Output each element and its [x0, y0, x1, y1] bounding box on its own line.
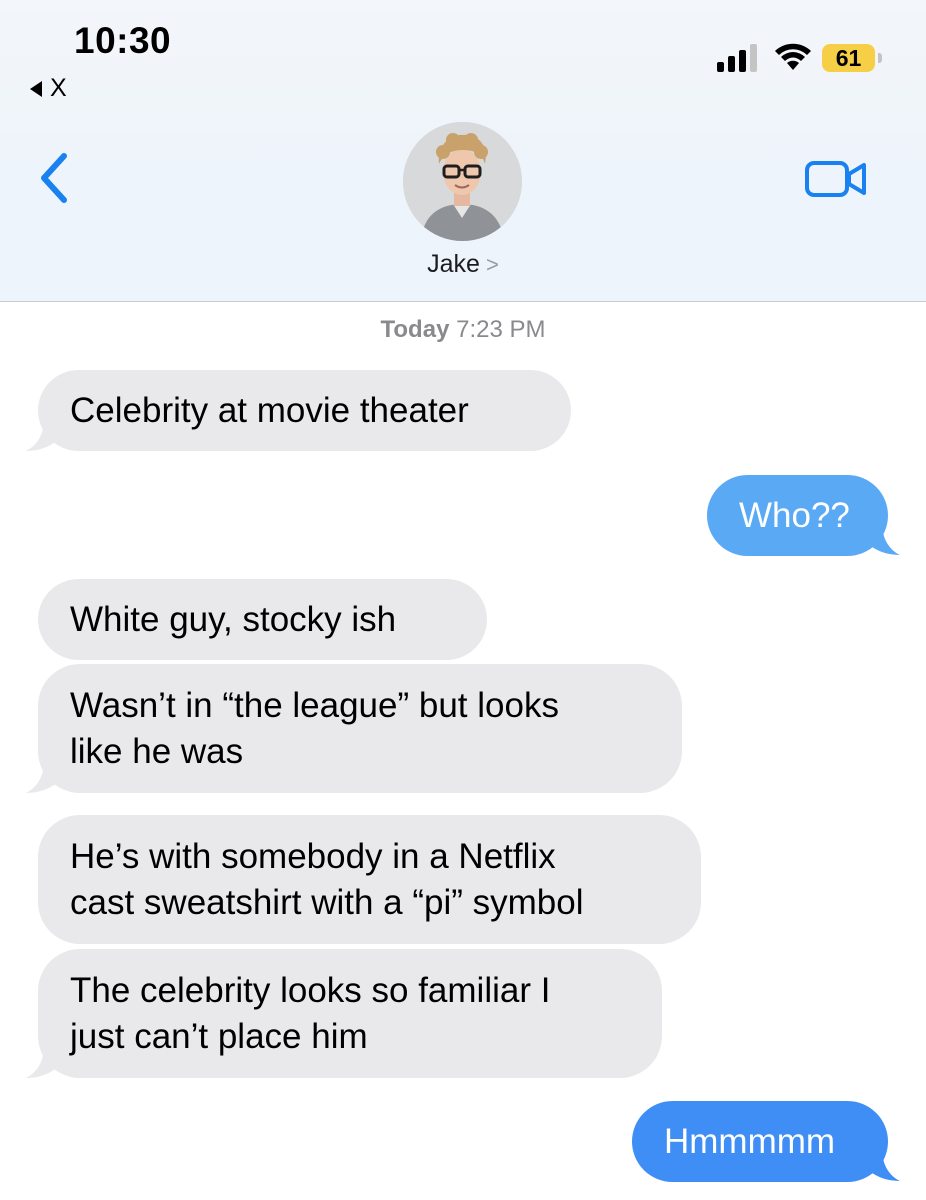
timestamp-time: 7:23 PM: [456, 316, 546, 343]
conversation-header: 10:30 X 61 Jake >: [0, 0, 926, 302]
incoming-bubble-tail: [26, 418, 60, 451]
message-text: White guy, stocky ish: [70, 599, 397, 639]
message-text: Celebrity at movie theater: [70, 390, 469, 430]
back-triangle-icon: [30, 80, 42, 97]
outgoing-message-bubble[interactable]: Who??: [707, 475, 888, 556]
incoming-message-bubble[interactable]: Wasn’t in “the league” but looks like he…: [38, 664, 682, 793]
contact-name: Jake: [427, 250, 480, 278]
incoming-bubble-tail: [26, 1045, 60, 1078]
message-timestamp: Today 7:23 PM: [0, 316, 926, 344]
timestamp-day: Today: [380, 316, 450, 343]
incoming-bubble-tail: [26, 760, 60, 793]
message-text-line: cast sweatshirt with a “pi” symbol: [70, 882, 584, 922]
message-text: Hmmmmm: [664, 1121, 836, 1161]
message-text: Who??: [739, 495, 850, 535]
back-to-app-button[interactable]: X: [30, 74, 67, 103]
battery-icon: 61: [822, 44, 875, 72]
contact-name-button[interactable]: Jake >: [0, 250, 926, 279]
chevron-right-icon: >: [485, 252, 499, 277]
chevron-left-icon[interactable]: [36, 152, 72, 204]
outgoing-message-bubble[interactable]: Hmmmmm: [632, 1101, 888, 1182]
status-time: 10:30: [74, 20, 172, 61]
back-to-app-label: X: [50, 74, 67, 102]
wifi-icon: [775, 43, 811, 70]
battery-cap: [878, 53, 882, 63]
incoming-message-bubble[interactable]: Celebrity at movie theater: [38, 370, 571, 451]
contact-photo: [403, 122, 522, 241]
incoming-message-bubble[interactable]: The celebrity looks so familiar I just c…: [38, 949, 662, 1078]
message-text-line: The celebrity looks so familiar I: [70, 970, 551, 1010]
video-camera-icon[interactable]: [804, 160, 868, 198]
incoming-message-bubble[interactable]: He’s with somebody in a Netflix cast swe…: [38, 815, 701, 944]
message-text-line: Wasn’t in “the league” but looks: [70, 685, 559, 725]
message-text-line: like he was: [70, 731, 244, 771]
message-text-line: just can’t place him: [70, 1016, 368, 1056]
incoming-message-bubble[interactable]: White guy, stocky ish: [38, 579, 487, 660]
message-text-line: He’s with somebody in a Netflix: [70, 836, 556, 876]
contact-avatar[interactable]: [403, 122, 522, 241]
signal-icon: [717, 44, 757, 72]
